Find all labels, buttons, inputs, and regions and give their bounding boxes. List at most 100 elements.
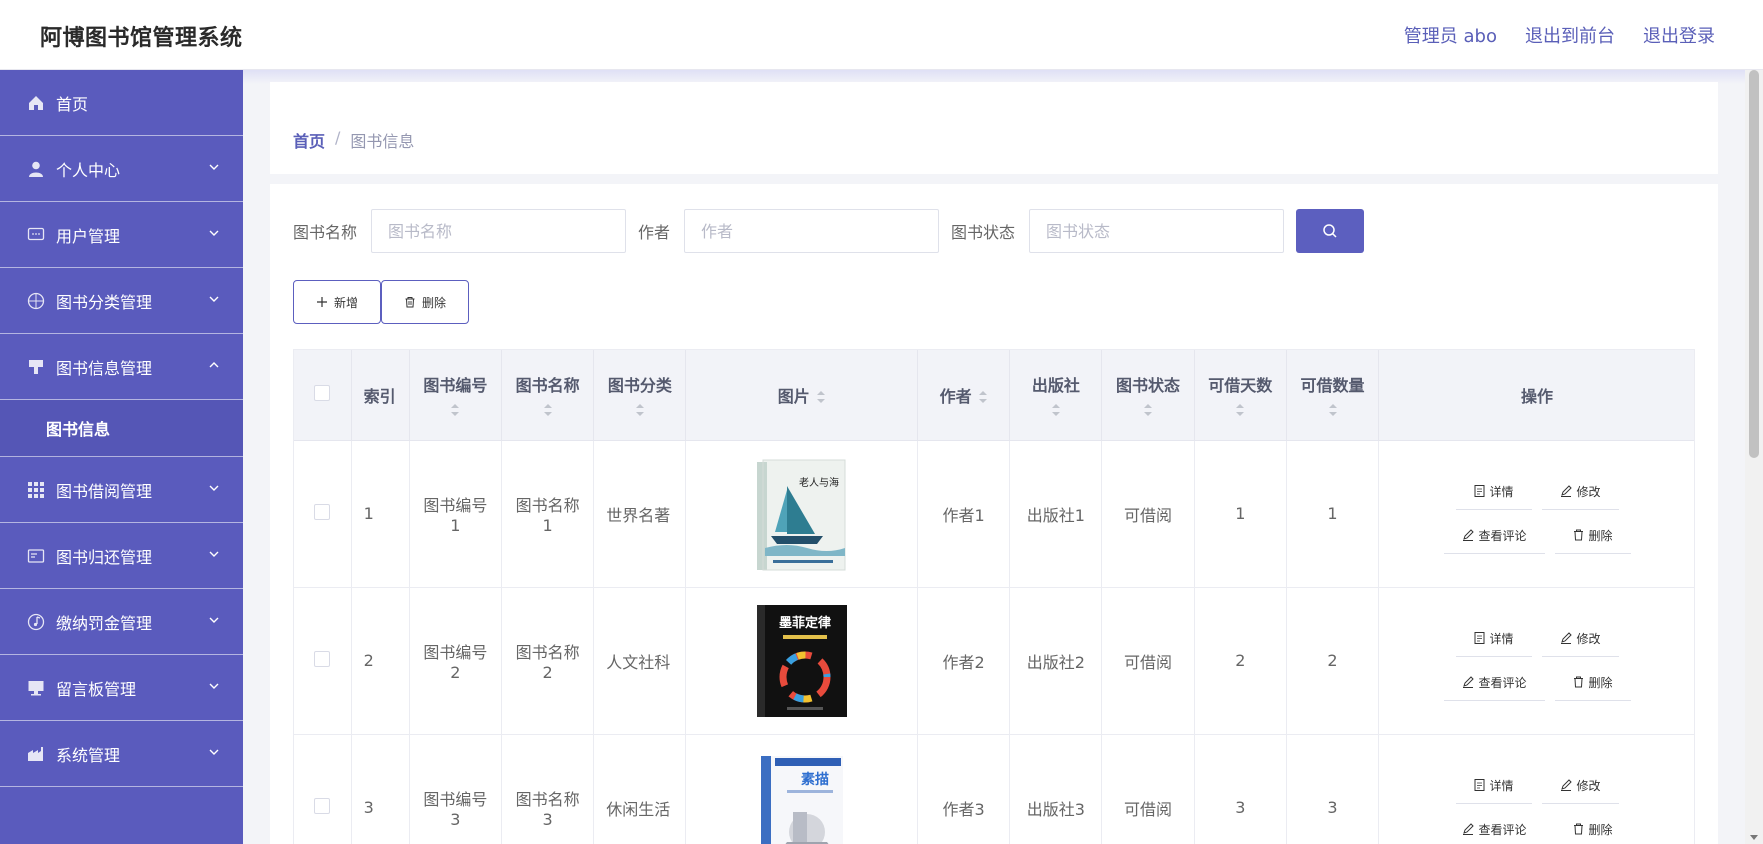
logout-link[interactable]: 退出登录 <box>1643 22 1715 48</box>
sidebar-item-return[interactable]: 图书归还管理 <box>0 523 243 589</box>
scroll-down-arrow-icon[interactable] <box>1749 832 1759 842</box>
book-cover-image[interactable]: 素描 <box>757 750 847 844</box>
col-category[interactable]: 图书分类 <box>593 350 687 441</box>
sort-icon[interactable] <box>1328 402 1338 418</box>
grid-icon <box>26 480 46 500</box>
sidebar-item-bookinfo[interactable]: 图书信息管理 <box>0 334 243 400</box>
bulk-delete-button[interactable]: 删除 <box>381 280 469 324</box>
sidebar-subitem-bookinfo[interactable]: 图书信息 <box>0 400 243 457</box>
content-card: 图书名称 作者 图书状态 新增 删除 <box>270 184 1718 844</box>
col-publisher[interactable]: 出版社 <box>1009 350 1103 441</box>
author-label: 作者 <box>638 223 671 242</box>
col-status[interactable]: 图书状态 <box>1101 350 1195 441</box>
review-label: 查看评论 <box>1478 528 1527 543</box>
sort-icon[interactable] <box>1051 402 1061 418</box>
detail-label: 详情 <box>1489 778 1514 793</box>
book-name-input[interactable] <box>371 209 627 253</box>
row-checkbox[interactable] <box>314 650 331 667</box>
breadcrumb-card: 首页 / 图书信息 <box>270 82 1718 174</box>
trash-icon <box>1573 823 1583 835</box>
view-reviews-button[interactable]: 查看评论 <box>1443 665 1545 701</box>
cell-code: 图书编号3 <box>409 734 503 844</box>
factory-icon <box>26 744 46 764</box>
page-scrollbar[interactable] <box>1745 70 1763 844</box>
delete-label: 删除 <box>1588 822 1613 837</box>
row-actions: 详情 修改 查看评论 删除 <box>1402 621 1672 701</box>
sidebar-item-board[interactable]: 留言板管理 <box>0 655 243 721</box>
search-form: 图书名称 作者 图书状态 <box>293 209 1365 253</box>
row-checkbox[interactable] <box>314 503 331 520</box>
sort-icon[interactable] <box>635 402 645 418</box>
select-all-checkbox[interactable] <box>314 384 331 401</box>
edit-label: 修改 <box>1576 778 1601 793</box>
sort-icon[interactable] <box>1143 402 1153 418</box>
col-category-label: 图书分类 <box>607 375 672 395</box>
search-icon <box>1323 224 1337 238</box>
breadcrumb-home[interactable]: 首页 <box>293 128 325 152</box>
col-image[interactable]: 图片 <box>685 350 919 441</box>
cell-days: 3 <box>1194 734 1287 844</box>
col-name-label: 图书名称 <box>515 375 580 395</box>
sort-icon[interactable] <box>1235 402 1245 418</box>
row-delete-button[interactable]: 删除 <box>1554 518 1631 554</box>
edit-button[interactable]: 修改 <box>1541 621 1619 657</box>
sort-icon[interactable] <box>450 402 460 418</box>
author-input[interactable] <box>684 209 940 253</box>
edit-button[interactable]: 修改 <box>1541 768 1619 804</box>
edit-button[interactable]: 修改 <box>1541 474 1619 510</box>
view-reviews-button[interactable]: 查看评论 <box>1444 812 1545 844</box>
search-button[interactable] <box>1296 209 1365 253</box>
breadcrumb-current: 图书信息 <box>350 132 415 151</box>
col-days[interactable]: 可借天数 <box>1194 350 1287 441</box>
col-name[interactable]: 图书名称 <box>501 350 595 441</box>
col-qty[interactable]: 可借数量 <box>1286 350 1380 441</box>
col-author[interactable]: 作者 <box>917 350 1011 441</box>
home-icon <box>26 93 46 113</box>
col-qty-label: 可借数量 <box>1300 375 1365 395</box>
sidebar-item-label: 图书信息管理 <box>56 358 153 378</box>
cell-name: 图书名称1 <box>501 440 595 588</box>
cell-qty: 2 <box>1286 587 1380 735</box>
book-cover-image[interactable]: 老人与海 <box>756 456 847 572</box>
sidebar-item-home[interactable]: 首页 <box>0 70 243 136</box>
col-code-label: 图书编号 <box>423 375 488 395</box>
sidebar-item-borrow[interactable]: 图书借阅管理 <box>0 457 243 523</box>
plus-icon <box>316 297 327 307</box>
sidebar-item-category[interactable]: 图书分类管理 <box>0 268 243 334</box>
detail-button[interactable]: 详情 <box>1455 474 1532 510</box>
header-links: 管理员 abo 退出到前台 退出登录 <box>1404 22 1715 48</box>
cell-index: 2 <box>351 587 410 735</box>
cell-ops: 详情 修改 查看评论 删除 <box>1378 440 1694 588</box>
book-status-input[interactable] <box>1029 209 1285 253</box>
book-cover-image[interactable]: 墨菲定律 <box>756 603 847 719</box>
table-row: 3 图书编号3 图书名称3 休闲生活 素描 作者3 出版社3 可借阅 3 3 详… <box>294 734 1694 844</box>
app-title: 阿博图书馆管理系统 <box>40 26 243 51</box>
detail-button[interactable]: 详情 <box>1455 768 1532 804</box>
sort-icon[interactable] <box>816 389 826 405</box>
col-code[interactable]: 图书编号 <box>409 350 503 441</box>
view-reviews-button[interactable]: 查看评论 <box>1443 518 1545 554</box>
admin-user-link[interactable]: 管理员 abo <box>1404 22 1497 48</box>
exit-to-front-link[interactable]: 退出到前台 <box>1525 22 1615 48</box>
sidebar-item-label: 缴纳罚金管理 <box>56 613 153 633</box>
row-checkbox[interactable] <box>314 797 331 814</box>
sidebar-item-system[interactable]: 系统管理 <box>0 721 243 787</box>
scrollbar-thumb[interactable] <box>1749 70 1759 458</box>
cell-image: 老人与海 <box>685 440 919 588</box>
review-label: 查看评论 <box>1478 675 1527 690</box>
row-delete-button[interactable]: 删除 <box>1554 665 1631 701</box>
sidebar-item-label: 个人中心 <box>56 160 121 180</box>
sort-icon[interactable] <box>978 389 988 405</box>
sidebar-item-users[interactable]: 用户管理 <box>0 202 243 268</box>
edit-label: 修改 <box>1576 631 1601 646</box>
chevron-down-icon <box>209 485 219 491</box>
pencil-icon <box>1560 632 1572 644</box>
detail-button[interactable]: 详情 <box>1455 621 1532 657</box>
add-button[interactable]: 新增 <box>293 280 381 324</box>
chevron-down-icon <box>209 296 219 302</box>
pencil-icon <box>1462 676 1474 688</box>
sort-icon[interactable] <box>543 402 553 418</box>
sidebar-item-personal[interactable]: 个人中心 <box>0 136 243 202</box>
sidebar-item-fine[interactable]: 缴纳罚金管理 <box>0 589 243 655</box>
row-delete-button[interactable]: 删除 <box>1555 812 1631 844</box>
